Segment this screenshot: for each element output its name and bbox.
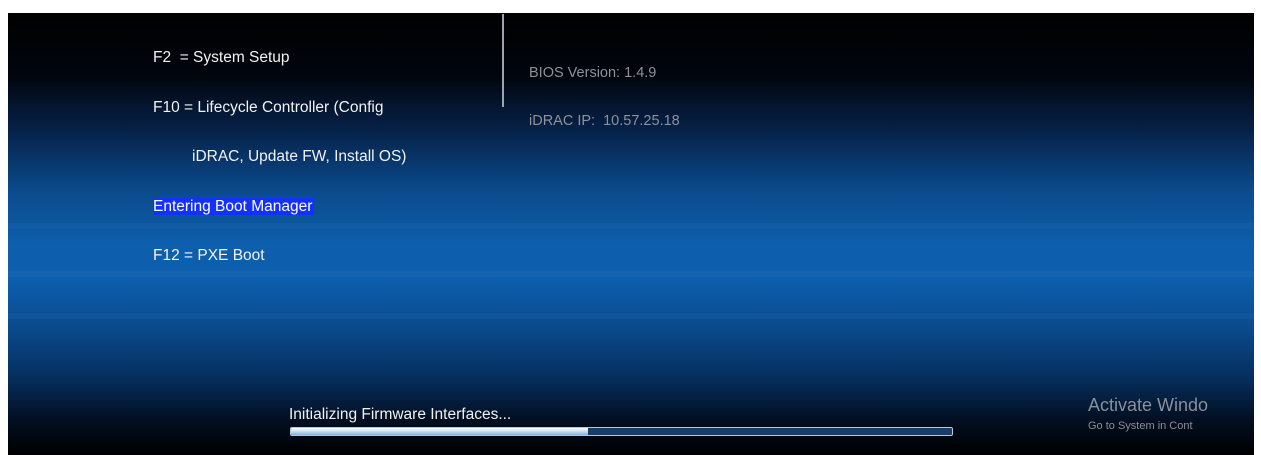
boot-options-menu: F2 = System Setup F10 = Lifecycle Contro… [153,17,406,281]
menu-item-boot-manager[interactable]: Entering Boot Manager [153,197,406,216]
menu-item-system-setup[interactable]: F2 = System Setup [153,49,406,67]
progress-bar [290,427,953,436]
vertical-divider [502,14,504,107]
idrac-ip-text: iDRAC IP: 10.57.25.18 [529,113,680,129]
activation-watermark-title: Activate Windo [1088,395,1209,415]
menu-item-lifecycle-controller-continued: iDRAC, Update FW, Install OS) [192,148,407,165]
background-band [8,313,1254,319]
menu-item-pxe-boot[interactable]: F12 = PXE Boot [153,247,406,265]
menu-item-lifecycle-controller[interactable]: F10 = Lifecycle Controller (Config [153,99,406,117]
bios-version-text: BIOS Version: 1.4.9 [529,65,657,81]
status-message: Initializing Firmware Interfaces... [289,406,512,423]
system-info-panel: BIOS Version: 1.4.9 iDRAC IP: 10.57.25.1… [529,33,680,145]
progress-bar-fill [291,428,589,435]
activation-watermark-subtitle: Go to System in Cont [1088,420,1193,432]
